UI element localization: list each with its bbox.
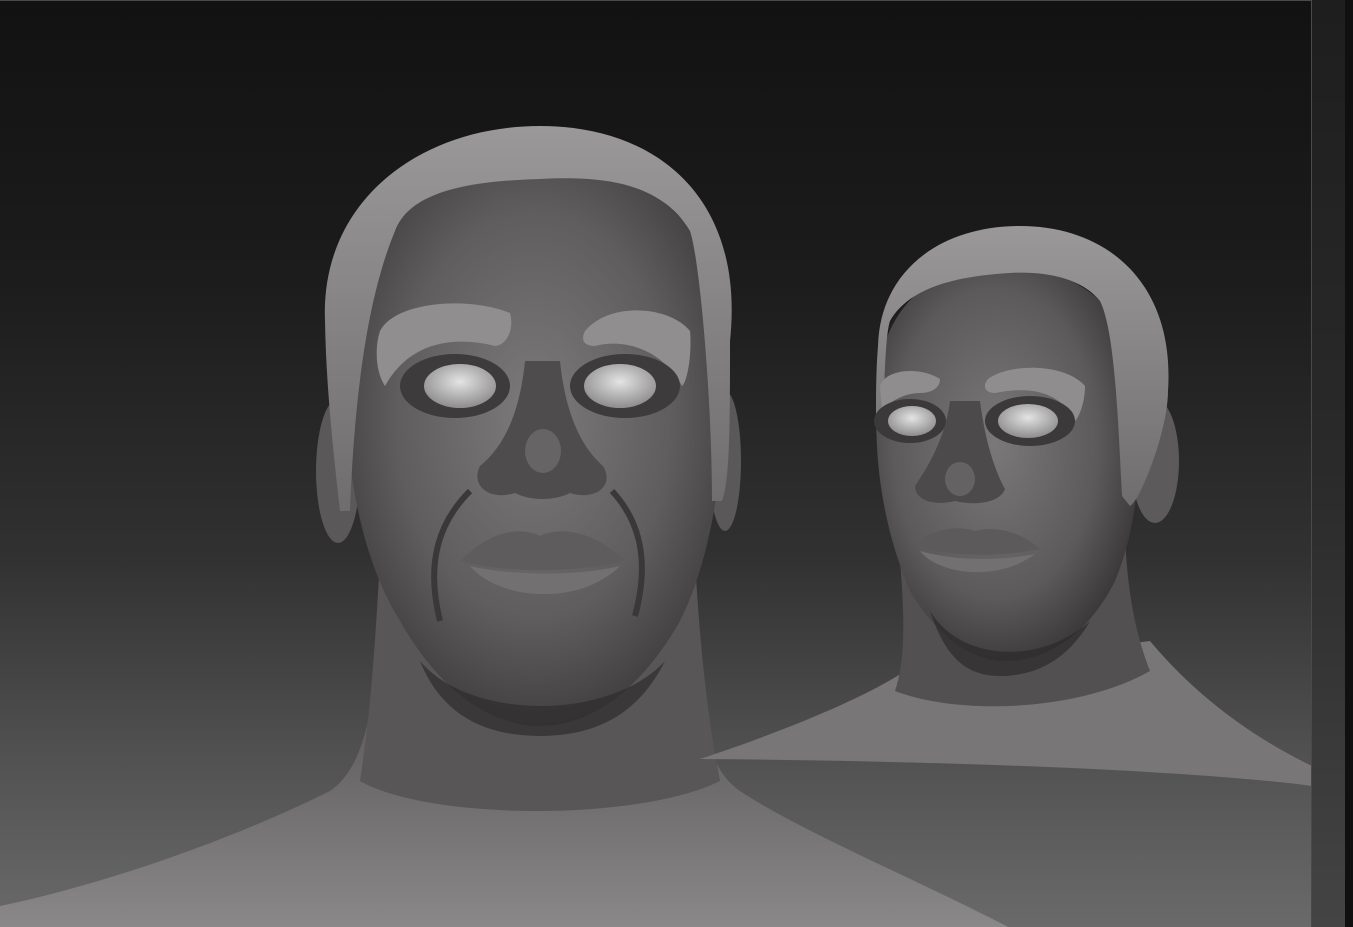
front-eye-right [584,364,656,408]
side-eye-left [888,406,936,436]
right-side-panel [1312,0,1353,927]
window-edge [1345,0,1353,927]
3d-viewport[interactable] [0,0,1312,927]
head-bust-front[interactable] [0,126,1010,927]
side-nose-tip-highlight [945,462,975,496]
head-bust-three-quarter[interactable] [700,226,1312,786]
side-eye-right [998,404,1058,438]
front-eye-left [424,364,496,408]
front-nose-tip-highlight [525,429,561,473]
sculpt-app-window [0,0,1353,927]
viewport-scene [0,126,1312,927]
